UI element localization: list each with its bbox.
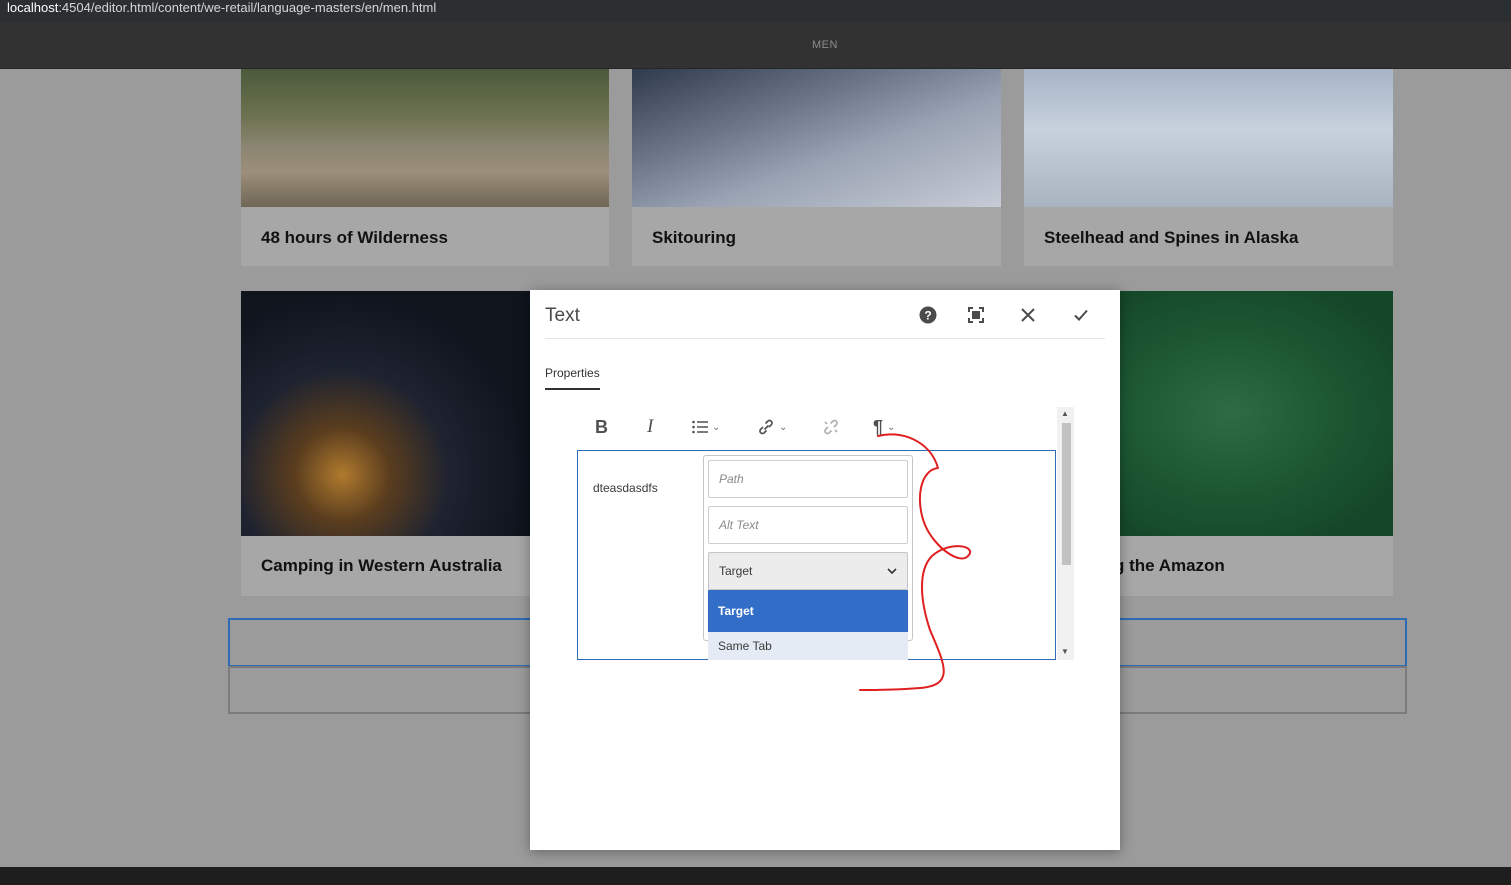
- link-popover: Path Alt Text Target Target Same Tab: [703, 455, 913, 660]
- check-icon[interactable]: [1069, 303, 1093, 327]
- page-title: MEN: [812, 39, 838, 51]
- close-icon[interactable]: [1016, 303, 1040, 327]
- scroll-up-arrow[interactable]: ▲: [1061, 409, 1069, 418]
- italic-button[interactable]: I: [647, 415, 653, 439]
- card-camping[interactable]: Camping in Western Australia: [241, 291, 530, 596]
- card-title: 48 hours of Wilderness: [261, 228, 448, 247]
- chevron-down-icon: ⌄: [887, 421, 896, 433]
- url-host: localhost: [7, 0, 59, 15]
- target-option-same-tab[interactable]: Same Tab: [708, 632, 908, 660]
- url-path: :4504/editor.html/content/we-retail/lang…: [58, 0, 437, 15]
- list-button[interactable]: ⌄: [692, 415, 720, 439]
- card-skitouring[interactable]: Skitouring: [632, 69, 1001, 266]
- chevron-down-icon: ⌄: [779, 421, 788, 433]
- target-option-target[interactable]: Target: [708, 590, 908, 632]
- editor-scrollbar[interactable]: ▲ ▼: [1057, 407, 1074, 660]
- dialog-title: Text: [545, 305, 580, 326]
- target-option-label: Same Tab: [718, 639, 772, 653]
- bold-button[interactable]: B: [595, 415, 608, 439]
- list-icon: [692, 420, 708, 434]
- alt-text-input[interactable]: Alt Text: [708, 506, 908, 544]
- dialog-divider: [545, 338, 1105, 339]
- svg-text:?: ?: [924, 309, 931, 323]
- paragraph-format-button[interactable]: ¶ ⌄: [873, 415, 895, 439]
- scroll-down-arrow[interactable]: ▼: [1061, 647, 1069, 656]
- card-amazon[interactable]: g the Amazon: [1114, 291, 1393, 596]
- tab-properties[interactable]: Properties: [545, 366, 600, 390]
- help-icon[interactable]: ?: [916, 303, 940, 327]
- text-dialog: Text ? Properties B I ⌄ ⌄ ¶ ⌄ dteasdasdf…: [530, 290, 1120, 850]
- link-button[interactable]: ⌄: [757, 415, 787, 439]
- rte-toolbar: B I ⌄ ⌄ ¶ ⌄: [577, 407, 1057, 447]
- fullscreen-icon[interactable]: [964, 303, 988, 327]
- browser-url-bar[interactable]: localhost:4504/editor.html/content/we-re…: [0, 0, 1511, 22]
- unlink-button[interactable]: [822, 415, 840, 439]
- unlink-icon: [824, 419, 838, 435]
- target-select[interactable]: Target: [708, 552, 908, 590]
- card-title: Camping in Western Australia: [261, 556, 502, 575]
- editor-text: dteasdasdfs: [593, 481, 658, 495]
- scroll-thumb[interactable]: [1062, 423, 1071, 565]
- bottom-bar: [0, 867, 1511, 885]
- card-image: [632, 69, 1001, 207]
- chevron-down-icon: ⌄: [712, 421, 721, 433]
- rich-text-editor: B I ⌄ ⌄ ¶ ⌄ dteasdasdfs Path Alt Text Ta…: [577, 407, 1074, 660]
- path-input[interactable]: Path: [708, 460, 908, 498]
- editor-header: MEN: [0, 22, 1511, 69]
- card-steelhead[interactable]: Steelhead and Spines in Alaska: [1024, 69, 1393, 266]
- target-select-value: Target: [719, 564, 753, 578]
- card-title: Skitouring: [652, 228, 737, 247]
- card-image: [1120, 291, 1393, 536]
- link-icon: [759, 419, 773, 435]
- card-wilderness[interactable]: 48 hours of Wilderness: [241, 69, 609, 266]
- card-image: [241, 291, 530, 536]
- card-image: [1024, 69, 1393, 207]
- card-title: g the Amazon: [1114, 556, 1225, 575]
- card-image: [241, 69, 609, 207]
- paragraph-icon: ¶: [873, 416, 884, 437]
- card-title: Steelhead and Spines in Alaska: [1044, 228, 1299, 247]
